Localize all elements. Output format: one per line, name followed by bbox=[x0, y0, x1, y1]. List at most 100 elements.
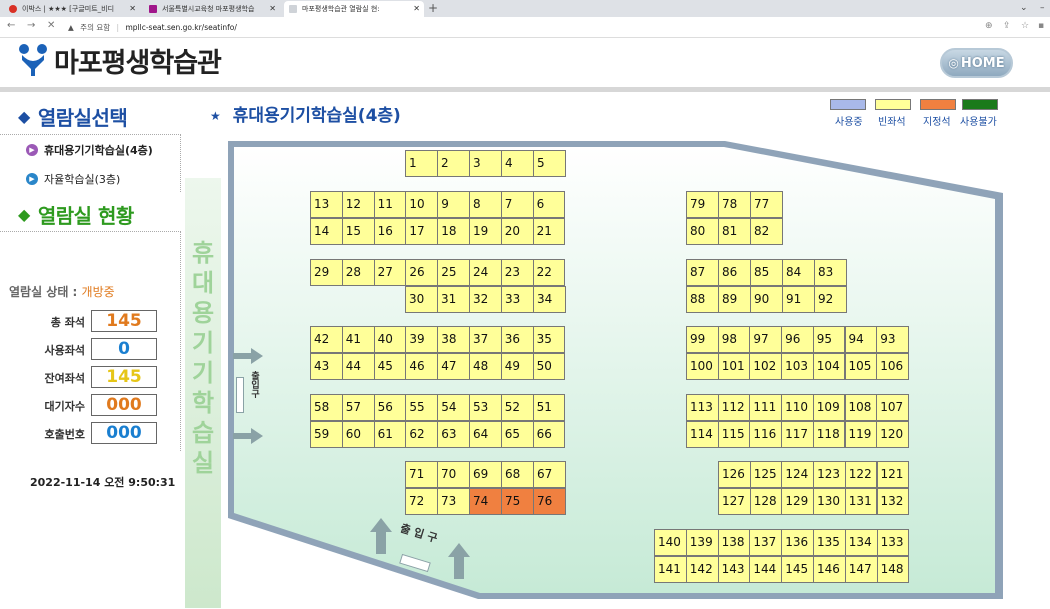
seat-78[interactable]: 78 bbox=[718, 191, 751, 218]
seat-139[interactable]: 139 bbox=[685, 529, 719, 556]
seat-138[interactable]: 138 bbox=[717, 529, 751, 556]
seat-111[interactable]: 111 bbox=[749, 394, 783, 421]
seat-45[interactable]: 45 bbox=[373, 353, 407, 380]
seat-84[interactable]: 84 bbox=[782, 259, 815, 286]
seat-106[interactable]: 106 bbox=[876, 353, 909, 380]
seat-122[interactable]: 122 bbox=[844, 461, 878, 488]
seat-113[interactable]: 113 bbox=[686, 394, 719, 421]
seat-97[interactable]: 97 bbox=[749, 326, 783, 353]
seat-62[interactable]: 62 bbox=[405, 421, 439, 448]
seat-94[interactable]: 94 bbox=[844, 326, 878, 353]
seat-24[interactable]: 24 bbox=[469, 259, 502, 286]
seat-144[interactable]: 144 bbox=[749, 556, 783, 583]
seat-112[interactable]: 112 bbox=[717, 394, 751, 421]
seat-120[interactable]: 120 bbox=[876, 421, 909, 448]
seat-126[interactable]: 126 bbox=[718, 461, 751, 488]
seat-17[interactable]: 17 bbox=[405, 218, 439, 245]
new-tab-button[interactable]: + bbox=[428, 0, 438, 17]
seat-124[interactable]: 124 bbox=[781, 461, 815, 488]
seat-114[interactable]: 114 bbox=[686, 421, 719, 448]
window-minimize-icon[interactable]: – bbox=[1040, 0, 1045, 17]
bookmark-star-icon[interactable]: ☆ bbox=[1021, 21, 1029, 31]
stop-icon[interactable]: ✕ bbox=[47, 20, 55, 31]
seat-3[interactable]: 3 bbox=[469, 150, 502, 177]
forward-icon[interactable]: → bbox=[27, 20, 35, 31]
seat-55[interactable]: 55 bbox=[405, 394, 439, 421]
seat-8[interactable]: 8 bbox=[469, 191, 502, 218]
seat-7[interactable]: 7 bbox=[500, 191, 534, 218]
share-icon[interactable]: ⇪ bbox=[1003, 21, 1011, 31]
seat-121[interactable]: 121 bbox=[876, 461, 910, 488]
seat-85[interactable]: 85 bbox=[750, 259, 783, 286]
seat-74[interactable]: 74 bbox=[469, 488, 502, 515]
seat-80[interactable]: 80 bbox=[686, 218, 719, 245]
seat-127[interactable]: 127 bbox=[718, 488, 751, 515]
seat-145[interactable]: 145 bbox=[781, 556, 814, 583]
seat-54[interactable]: 54 bbox=[437, 394, 470, 421]
seat-81[interactable]: 81 bbox=[718, 218, 751, 245]
seat-73[interactable]: 73 bbox=[437, 488, 470, 515]
seat-87[interactable]: 87 bbox=[686, 259, 719, 286]
seat-44[interactable]: 44 bbox=[341, 353, 375, 380]
seat-101[interactable]: 101 bbox=[717, 353, 751, 380]
seat-51[interactable]: 51 bbox=[532, 394, 566, 421]
seat-30[interactable]: 30 bbox=[405, 286, 438, 313]
seat-59[interactable]: 59 bbox=[310, 421, 343, 448]
seat-10[interactable]: 10 bbox=[405, 191, 439, 218]
seat-109[interactable]: 109 bbox=[812, 394, 846, 421]
seat-102[interactable]: 102 bbox=[749, 353, 783, 380]
seat-14[interactable]: 14 bbox=[310, 218, 343, 245]
seat-147[interactable]: 147 bbox=[844, 556, 878, 583]
seat-75[interactable]: 75 bbox=[501, 488, 534, 515]
seat-47[interactable]: 47 bbox=[437, 353, 470, 380]
seat-20[interactable]: 20 bbox=[500, 218, 534, 245]
tab-close-icon[interactable]: ✕ bbox=[269, 1, 276, 17]
seat-39[interactable]: 39 bbox=[405, 326, 439, 353]
seat-35[interactable]: 35 bbox=[532, 326, 566, 353]
tab-close-icon[interactable]: ✕ bbox=[129, 1, 136, 17]
seat-148[interactable]: 148 bbox=[876, 556, 910, 583]
zoom-icon[interactable]: ⊕ bbox=[985, 21, 993, 31]
seat-70[interactable]: 70 bbox=[437, 461, 470, 488]
seat-146[interactable]: 146 bbox=[813, 556, 846, 583]
seat-1[interactable]: 1 bbox=[405, 150, 438, 177]
seat-34[interactable]: 34 bbox=[533, 286, 566, 313]
seat-107[interactable]: 107 bbox=[876, 394, 909, 421]
seat-38[interactable]: 38 bbox=[437, 326, 470, 353]
seat-86[interactable]: 86 bbox=[718, 259, 751, 286]
seat-132[interactable]: 132 bbox=[876, 488, 910, 515]
seat-91[interactable]: 91 bbox=[782, 286, 815, 313]
seat-66[interactable]: 66 bbox=[532, 421, 566, 448]
seat-57[interactable]: 57 bbox=[341, 394, 375, 421]
seat-41[interactable]: 41 bbox=[341, 326, 375, 353]
room-link-self-study[interactable]: ▶ 자율학습실(3층) bbox=[26, 171, 120, 187]
seat-142[interactable]: 142 bbox=[685, 556, 719, 583]
seat-31[interactable]: 31 bbox=[437, 286, 470, 313]
seat-40[interactable]: 40 bbox=[373, 326, 407, 353]
seat-77[interactable]: 77 bbox=[750, 191, 783, 218]
seat-69[interactable]: 69 bbox=[469, 461, 502, 488]
seat-2[interactable]: 2 bbox=[437, 150, 470, 177]
seat-104[interactable]: 104 bbox=[812, 353, 846, 380]
seat-27[interactable]: 27 bbox=[373, 259, 407, 286]
seat-92[interactable]: 92 bbox=[814, 286, 847, 313]
seat-135[interactable]: 135 bbox=[813, 529, 846, 556]
browser-tab-1[interactable]: 이박스 | ★★★ [구글미트_비디 ✕ bbox=[4, 1, 140, 17]
seat-82[interactable]: 82 bbox=[750, 218, 783, 245]
seat-136[interactable]: 136 bbox=[781, 529, 814, 556]
seat-98[interactable]: 98 bbox=[717, 326, 751, 353]
seat-117[interactable]: 117 bbox=[781, 421, 814, 448]
seat-21[interactable]: 21 bbox=[532, 218, 566, 245]
seat-46[interactable]: 46 bbox=[405, 353, 439, 380]
seat-137[interactable]: 137 bbox=[749, 529, 783, 556]
seat-23[interactable]: 23 bbox=[500, 259, 534, 286]
seat-108[interactable]: 108 bbox=[844, 394, 878, 421]
seat-90[interactable]: 90 bbox=[750, 286, 783, 313]
seat-71[interactable]: 71 bbox=[405, 461, 438, 488]
seat-125[interactable]: 125 bbox=[749, 461, 783, 488]
seat-42[interactable]: 42 bbox=[310, 326, 343, 353]
seat-130[interactable]: 130 bbox=[813, 488, 846, 515]
seat-76[interactable]: 76 bbox=[533, 488, 566, 515]
seat-105[interactable]: 105 bbox=[844, 353, 878, 380]
room-link-portable[interactable]: ▶ 휴대용기기학습실(4층) bbox=[26, 142, 153, 158]
